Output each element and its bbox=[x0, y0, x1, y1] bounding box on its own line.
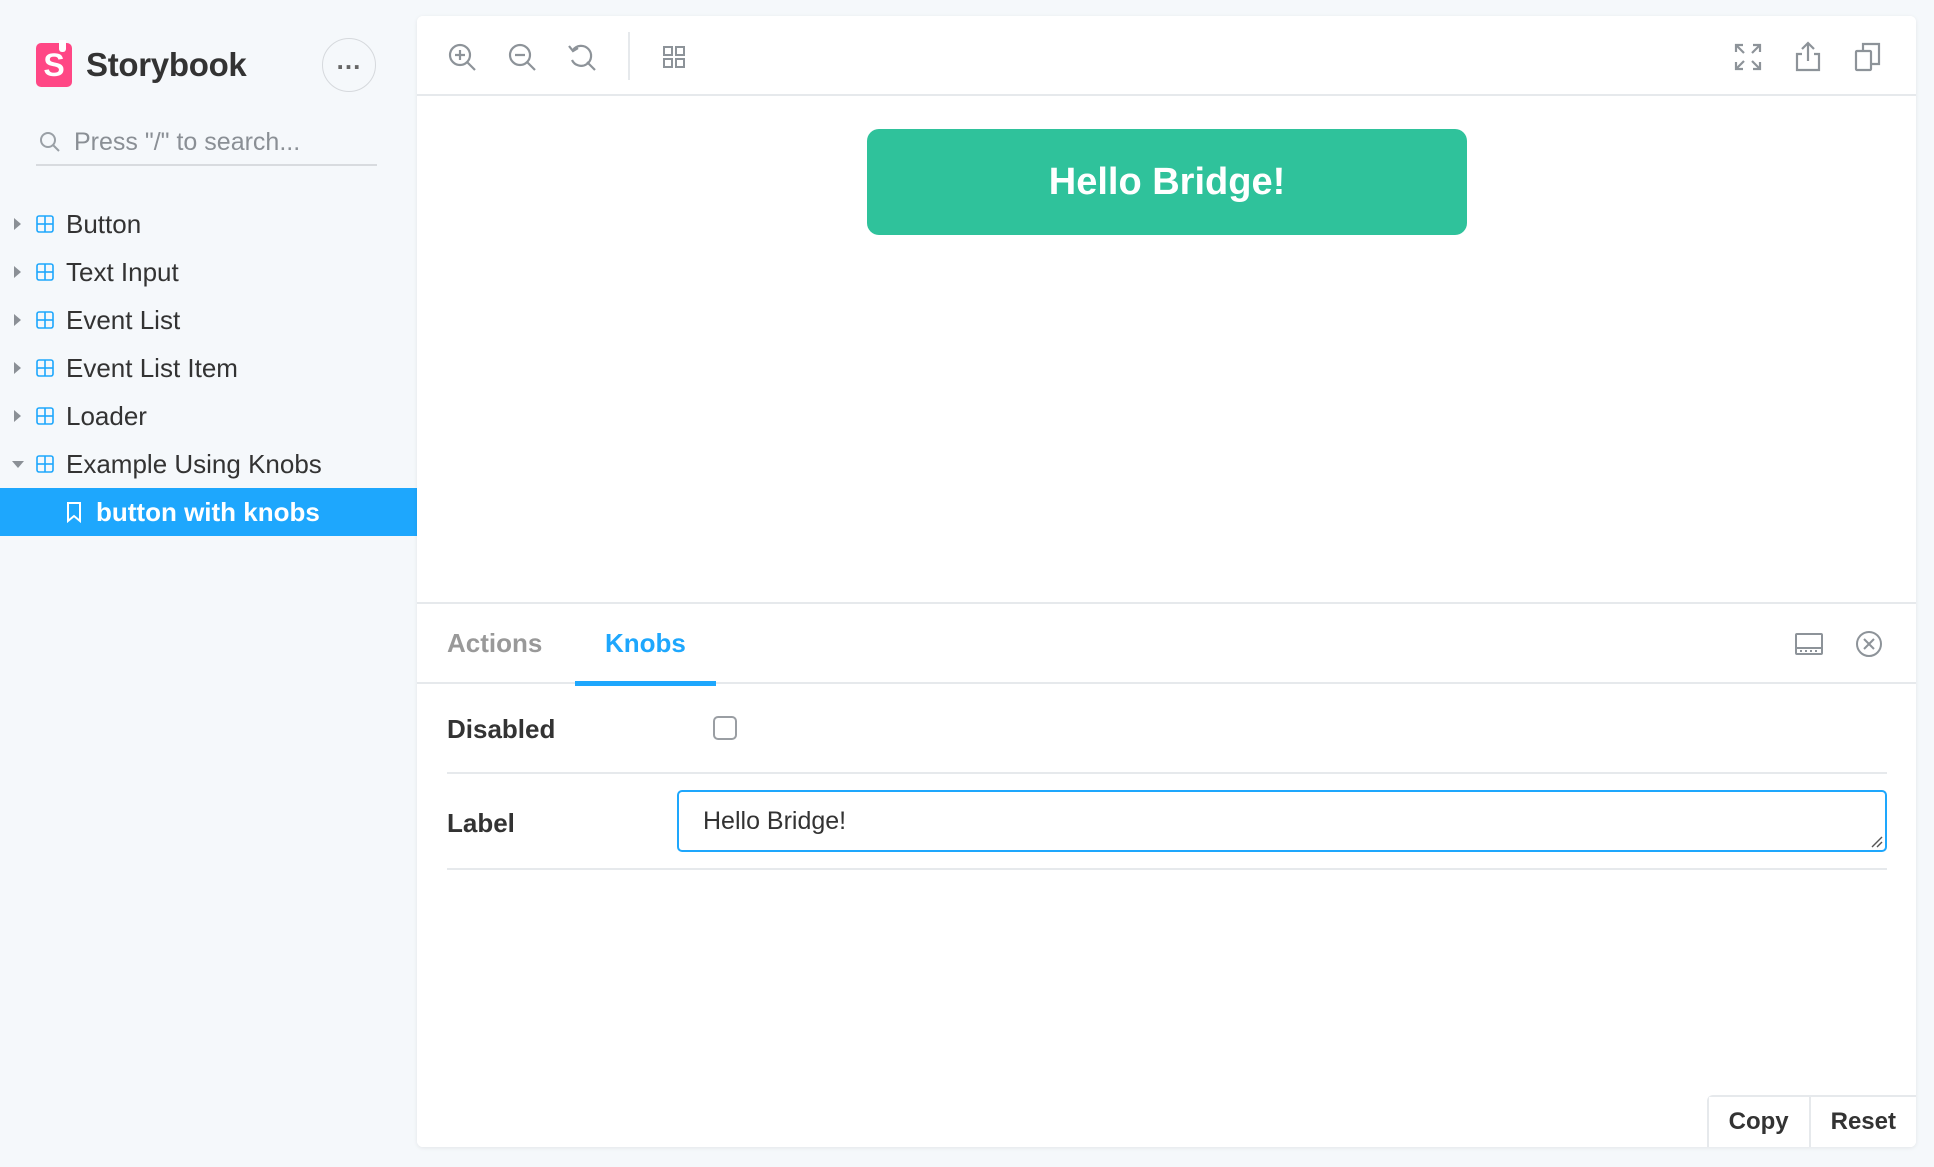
caret-down-icon bbox=[12, 461, 24, 468]
sidebar-item-event-list[interactable]: Event List bbox=[0, 296, 417, 344]
knob-label-disabled: Disabled bbox=[447, 714, 556, 744]
resize-grip-icon[interactable] bbox=[1869, 834, 1883, 848]
tab-actions[interactable]: Actions bbox=[417, 604, 572, 684]
sidebar-item-button[interactable]: Button bbox=[0, 200, 417, 248]
preview-hello-button[interactable]: Hello Bridge! bbox=[867, 129, 1467, 235]
copy-link-icon[interactable] bbox=[1851, 40, 1885, 74]
brand[interactable]: S Storybook bbox=[36, 40, 247, 88]
copy-button[interactable]: Copy bbox=[1708, 1097, 1809, 1147]
panel-orientation-icon[interactable] bbox=[1793, 628, 1825, 660]
caret-right-icon bbox=[14, 218, 21, 230]
search-input[interactable] bbox=[74, 127, 364, 157]
caret-right-icon bbox=[14, 410, 21, 422]
caret-right-icon bbox=[14, 266, 21, 278]
preview-canvas: Hello Bridge! bbox=[417, 96, 1916, 602]
sidebar-item-loader[interactable]: Loader bbox=[0, 392, 417, 440]
label-text-value: Hello Bridge! bbox=[703, 806, 847, 835]
storybook-logo-icon: S bbox=[36, 40, 72, 87]
zoom-in-icon[interactable] bbox=[445, 40, 479, 74]
search-icon bbox=[40, 132, 60, 152]
tab-knobs[interactable]: Knobs bbox=[575, 604, 716, 686]
label-text-field[interactable]: Hello Bridge! bbox=[677, 790, 1887, 852]
share-icon[interactable] bbox=[1791, 40, 1825, 74]
main-panel: Hello Bridge! Actions Knobs Disabled Lab… bbox=[417, 16, 1916, 1147]
component-icon bbox=[36, 311, 54, 329]
story-tree: Button Text Input Event List Event List … bbox=[0, 200, 417, 536]
toolbar-divider bbox=[628, 32, 630, 80]
sidebar-item-text-input[interactable]: Text Input bbox=[0, 248, 417, 296]
caret-right-icon bbox=[14, 314, 21, 326]
reset-button[interactable]: Reset bbox=[1808, 1097, 1916, 1147]
reset-zoom-icon[interactable] bbox=[565, 40, 599, 74]
sidebar: S Storybook … Button Text Input Event Li… bbox=[0, 0, 417, 1167]
sidebar-item-example-using-knobs[interactable]: Example Using Knobs bbox=[0, 440, 417, 488]
knobs-footer: Copy Reset bbox=[1706, 1095, 1916, 1147]
caret-right-icon bbox=[14, 362, 21, 374]
disabled-checkbox[interactable] bbox=[713, 716, 737, 740]
zoom-out-icon[interactable] bbox=[505, 40, 539, 74]
component-icon bbox=[36, 359, 54, 377]
grid-icon[interactable] bbox=[657, 40, 691, 74]
sidebar-menu-button[interactable]: … bbox=[322, 38, 376, 92]
ellipsis-icon: … bbox=[335, 45, 363, 75]
knob-row-label: Label Hello Bridge! bbox=[447, 774, 1887, 870]
addons-panel: Actions Knobs Disabled Label Hello Bridg… bbox=[417, 602, 1916, 1147]
sidebar-item-event-list-item[interactable]: Event List Item bbox=[0, 344, 417, 392]
sidebar-item-label: Event List Item bbox=[66, 352, 238, 383]
search-bar bbox=[36, 120, 377, 166]
addons-tabs: Actions Knobs bbox=[417, 604, 1916, 686]
component-icon bbox=[36, 407, 54, 425]
bookmark-icon bbox=[67, 502, 81, 523]
sidebar-item-label: Loader bbox=[66, 400, 147, 431]
preview-toolbar bbox=[417, 16, 1916, 96]
sidebar-item-label: Example Using Knobs bbox=[66, 448, 322, 479]
sidebar-item-label: Button bbox=[66, 208, 142, 239]
close-panel-icon[interactable] bbox=[1853, 628, 1885, 660]
sidebar-item-label: Text Input bbox=[66, 256, 179, 287]
sidebar-story-button-with-knobs[interactable]: button with knobs bbox=[0, 488, 417, 536]
knob-row-disabled: Disabled bbox=[447, 684, 1887, 774]
component-icon bbox=[36, 215, 54, 233]
knob-label-label: Label bbox=[447, 808, 515, 838]
sidebar-item-label: Event List bbox=[66, 304, 181, 335]
brand-name: Storybook bbox=[86, 46, 247, 83]
fullscreen-icon[interactable] bbox=[1731, 40, 1765, 74]
component-icon bbox=[36, 455, 54, 473]
sidebar-item-label: button with knobs bbox=[96, 496, 320, 527]
component-icon bbox=[36, 263, 54, 281]
